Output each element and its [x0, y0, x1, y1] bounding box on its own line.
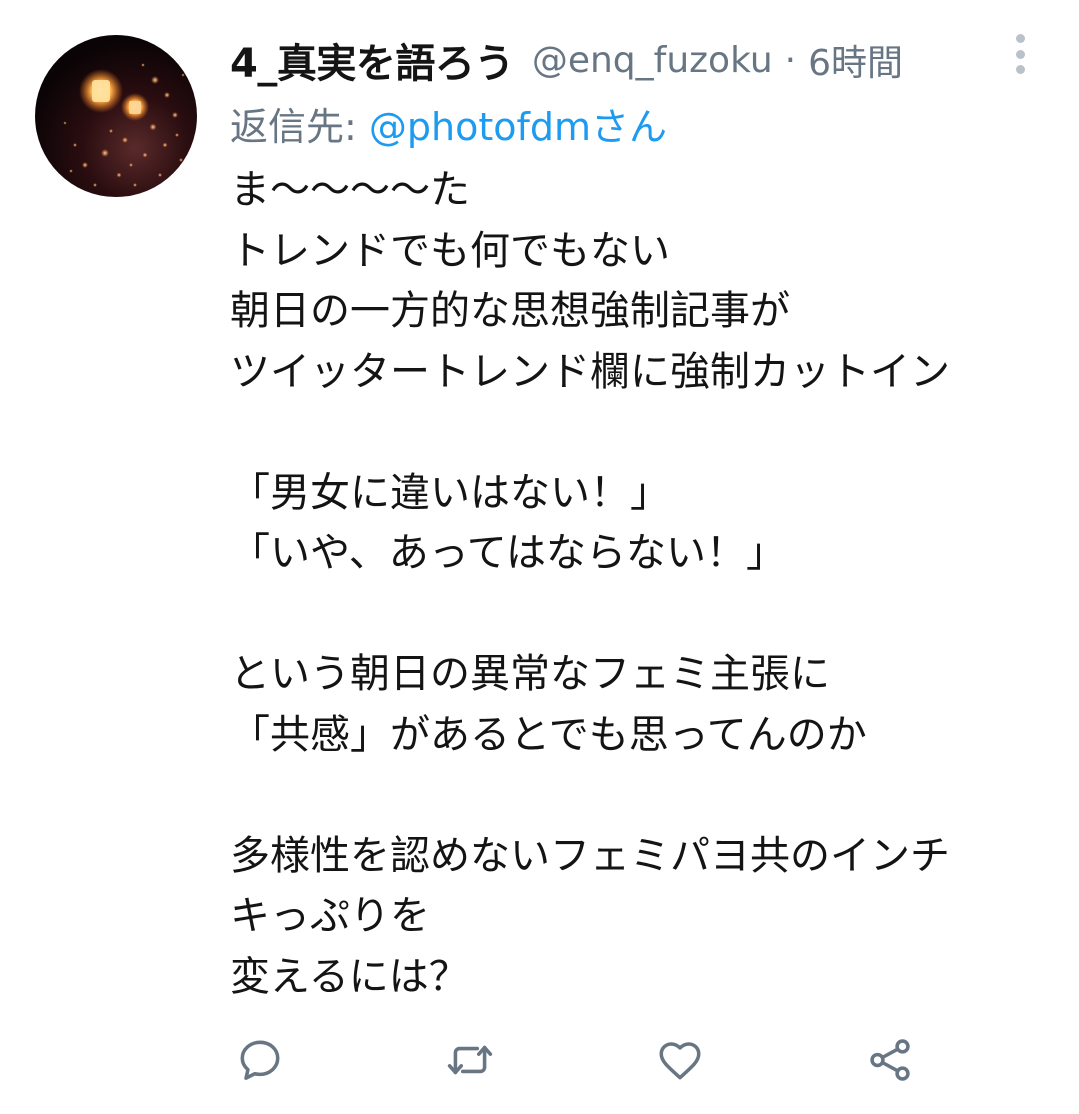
tweet-text-line: 変えるには？ — [230, 953, 469, 1000]
tweet-text-line: 「男女に違いはない！」 — [230, 469, 670, 516]
tweet-text: ま〜〜〜〜た トレンドでも何でもない 朝日の一方的な思想強制記事が ツイッタート… — [230, 160, 1060, 1007]
tweet-text-line — [230, 402, 1060, 463]
more-dot — [1015, 49, 1025, 59]
avatar-image — [63, 63, 185, 187]
tweet-text-line — [230, 584, 1060, 645]
retweet-icon — [447, 1045, 493, 1075]
tweet-text-line: キっぷりを — [230, 893, 430, 939]
reply-icon — [240, 1040, 280, 1080]
tweet-text-line: 多様性を認めないフェミパヨ共のインチ — [230, 832, 950, 879]
display-name[interactable]: 4_真実を語ろう — [230, 31, 514, 89]
tweet-text-line — [230, 765, 1060, 826]
reply-to-mention[interactable]: @photofdmさん — [369, 105, 667, 149]
reply-button[interactable] — [230, 1030, 290, 1090]
reply-to-prefix: 返信先: — [230, 105, 369, 149]
tweet[interactable]: 4_真実を語ろう @enq_fuzoku · 6時間 返信先: @photofd… — [0, 0, 1079, 1114]
tweet-text-line: トレンドでも何でもない — [230, 227, 670, 274]
tweet-text-line: という朝日の異常なフェミ主張に — [230, 651, 830, 697]
like-icon — [659, 1042, 701, 1080]
tweet-text-line: 「いや、あってはならない！」 — [230, 530, 786, 576]
like-button[interactable] — [650, 1030, 710, 1090]
tweet-text-line: 朝日の一方的な思想強制記事が — [230, 288, 790, 334]
tweet-text-line: ま〜〜〜〜た — [230, 167, 470, 213]
avatar[interactable] — [35, 35, 197, 197]
tweet-text-line: 「共感」があるとでも思ってんのか — [230, 711, 867, 758]
more-dot — [1015, 65, 1025, 74]
timestamp[interactable]: 6時間 — [808, 34, 903, 86]
user-handle[interactable]: @enq_fuzoku — [532, 40, 773, 81]
more-vertical-icon[interactable] — [1006, 34, 1034, 74]
separator-dot: · — [784, 39, 797, 81]
share-icon — [870, 1039, 910, 1081]
share-button[interactable] — [860, 1030, 920, 1090]
retweet-button[interactable] — [440, 1030, 500, 1090]
tweet-actions — [230, 1030, 950, 1090]
reply-to-line: 返信先: @photofdmさん — [230, 96, 667, 151]
tweet-header: 4_真実を語ろう @enq_fuzoku · 6時間 — [230, 30, 903, 90]
tweet-text-line: ツイッタートレンド欄に強制カットイン — [230, 348, 950, 395]
more-dot — [1015, 34, 1025, 43]
